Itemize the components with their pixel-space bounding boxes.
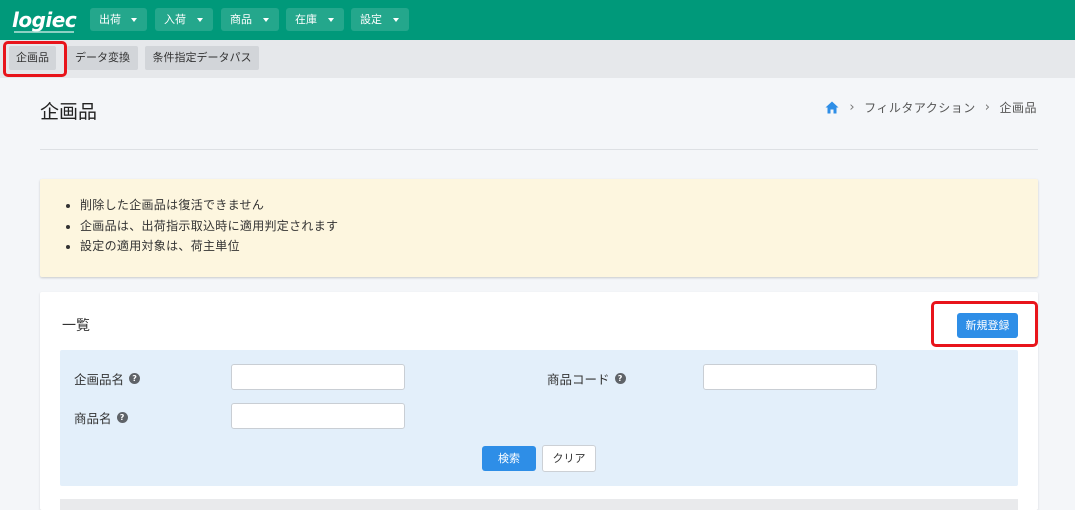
new-registration-button[interactable]: 新規登録: [957, 313, 1018, 338]
top-navbar: logiec 出荷 入荷 商品 在庫 設定: [0, 0, 1075, 40]
menu-shipping[interactable]: 出荷: [90, 8, 147, 31]
notice-item: 削除した企画品は復活できません: [80, 195, 1038, 216]
breadcrumb: › フィルタアクション › 企画品: [825, 99, 1037, 116]
menu-inventory[interactable]: 在庫: [286, 8, 344, 31]
results-table-header: [60, 499, 1018, 510]
menu-inventory-label: 在庫: [295, 13, 317, 26]
product-name-input[interactable]: [231, 403, 405, 429]
help-icon[interactable]: ?: [116, 412, 128, 423]
search-filter-panel: 企画品名 ? 商品コード ? 商品名 ? 検索 クリア: [60, 350, 1018, 486]
page-title: 企画品: [40, 101, 98, 123]
subtab-data-conversion[interactable]: データ変換: [67, 46, 138, 70]
list-title: 一覧: [62, 318, 90, 334]
subtab-plan-items[interactable]: 企画品: [9, 46, 56, 70]
menu-settings[interactable]: 設定: [351, 8, 409, 31]
menu-receiving-label: 入荷: [164, 13, 186, 26]
breadcrumb-filter-action[interactable]: フィルタアクション: [864, 99, 976, 116]
help-icon[interactable]: ?: [614, 373, 626, 384]
subtab-conditional-data-path[interactable]: 条件指定データパス: [145, 46, 259, 70]
plan-item-name-label-text: 企画品名: [74, 372, 125, 387]
product-code-label-text: 商品コード: [547, 372, 610, 387]
logiec-logo[interactable]: logiec: [12, 8, 77, 32]
product-name-label-text: 商品名: [74, 411, 112, 426]
chevron-down-icon: [393, 18, 399, 22]
plan-item-name-input[interactable]: [231, 364, 405, 390]
notice-list: 削除した企画品は復活できません 企画品は、出荷指示取込時に適用判定されます 設定…: [80, 195, 1038, 257]
product-code-label: 商品コード ?: [547, 369, 626, 388]
help-icon[interactable]: ?: [129, 373, 141, 384]
breadcrumb-separator-icon: ›: [984, 100, 991, 115]
notice-item: 設定の適用対象は、荷主単位: [80, 236, 1038, 257]
clear-button[interactable]: クリア: [542, 445, 596, 472]
chevron-down-icon: [263, 18, 269, 22]
breadcrumb-separator-icon: ›: [849, 100, 856, 115]
menu-products[interactable]: 商品: [221, 8, 279, 31]
menu-shipping-label: 出荷: [99, 13, 121, 26]
menu-receiving[interactable]: 入荷: [155, 8, 213, 31]
breadcrumb-current: 企画品: [999, 101, 1037, 115]
search-button[interactable]: 検索: [482, 446, 536, 471]
logo-underline: [14, 31, 74, 33]
sub-navbar: 企画品 データ変換 条件指定データパス: [0, 40, 1075, 78]
chevron-down-icon: [197, 18, 203, 22]
menu-products-label: 商品: [230, 13, 252, 26]
home-icon[interactable]: [825, 101, 839, 114]
chevron-down-icon: [328, 18, 334, 22]
chevron-down-icon: [131, 18, 137, 22]
title-divider: [40, 149, 1038, 150]
plan-item-name-label: 企画品名 ?: [74, 369, 141, 388]
product-name-label: 商品名 ?: [74, 408, 128, 427]
menu-settings-label: 設定: [360, 13, 382, 26]
product-code-input[interactable]: [703, 364, 877, 390]
notice-box: 削除した企画品は復活できません 企画品は、出荷指示取込時に適用判定されます 設定…: [40, 179, 1038, 277]
notice-item: 企画品は、出荷指示取込時に適用判定されます: [80, 216, 1038, 237]
list-card: 一覧 新規登録 企画品名 ? 商品コード ? 商品名 ? 検索 クリア: [40, 292, 1038, 510]
